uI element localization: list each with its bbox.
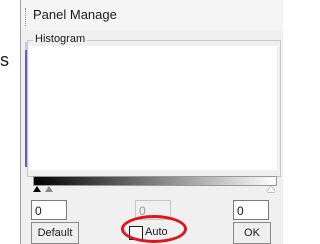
panel-titlebar[interactable]: Panel Manage [21, 0, 283, 30]
mid-value-field[interactable]: 0 [135, 200, 171, 220]
grip-icon[interactable] [25, 8, 28, 26]
min-value-field[interactable]: 0 [31, 200, 67, 220]
default-button[interactable]: Default [31, 222, 79, 244]
histogram-plot [29, 46, 277, 170]
panel-manage: Panel Manage Histogram 0 0 0 Default Aut… [20, 0, 283, 244]
ok-button[interactable]: OK [233, 222, 271, 244]
mid-slider-handle[interactable] [45, 186, 53, 192]
min-slider-handle[interactable] [33, 186, 41, 192]
max-value-field[interactable]: 0 [233, 200, 269, 220]
histogram-line [25, 50, 27, 167]
grayscale-gradient-bar [33, 176, 277, 186]
auto-label: Auto [145, 226, 168, 238]
max-slider-handle[interactable] [267, 186, 275, 192]
panel-title: Panel Manage [33, 7, 117, 22]
histogram-label: Histogram [33, 33, 88, 45]
auto-checkbox[interactable] [129, 226, 143, 240]
partial-text-fragment: s [0, 50, 9, 70]
auto-checkbox-group[interactable]: Auto [127, 221, 197, 243]
